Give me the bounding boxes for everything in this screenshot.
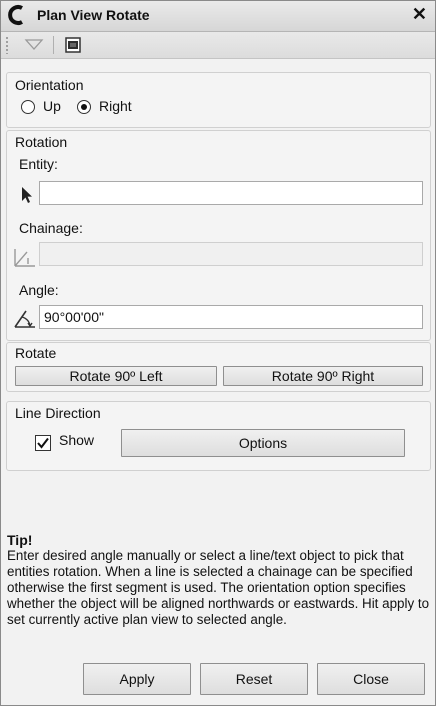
- chainage-field[interactable]: [39, 242, 423, 266]
- panel-icon[interactable]: [65, 37, 81, 53]
- rotation-group: Rotation Entity: Chainage: Angle:: [6, 130, 431, 341]
- entity-field[interactable]: [39, 181, 423, 205]
- tip-title: Tip!: [7, 532, 33, 548]
- show-checkbox[interactable]: [35, 435, 51, 451]
- rotate-group: Rotate Rotate 90º Left Rotate 90º Right: [6, 342, 431, 392]
- rotate-legend: Rotate: [15, 345, 57, 361]
- toolbar: [1, 32, 435, 59]
- tip-text: Enter desired angle manually or select a…: [7, 548, 430, 627]
- line-direction-legend: Line Direction: [15, 405, 101, 421]
- line-direction-group: Line Direction Show Options: [6, 401, 431, 471]
- radio-right[interactable]: [77, 100, 91, 114]
- show-label[interactable]: Show: [59, 432, 94, 448]
- orientation-group: Orientation Up Right: [6, 72, 431, 128]
- close-icon[interactable]: ✕: [412, 4, 427, 24]
- chainage-icon[interactable]: [13, 246, 37, 268]
- radio-up-label[interactable]: Up: [43, 98, 61, 114]
- reset-button[interactable]: Reset: [200, 663, 308, 695]
- toolbar-separator: [53, 36, 54, 54]
- title-bar[interactable]: Plan View Rotate ✕: [1, 1, 435, 32]
- apply-button[interactable]: Apply: [83, 663, 191, 695]
- options-button[interactable]: Options: [121, 429, 405, 457]
- plan-view-rotate-window: Plan View Rotate ✕ Orientation Up Right …: [0, 0, 436, 706]
- rotation-legend: Rotation: [15, 134, 68, 150]
- window-title: Plan View Rotate: [37, 7, 150, 23]
- angle-label: Angle:: [19, 282, 59, 298]
- dropdown-triangle-icon[interactable]: [23, 36, 45, 54]
- rotate-left-button[interactable]: Rotate 90º Left: [15, 366, 217, 386]
- radio-right-label[interactable]: Right: [99, 98, 132, 114]
- entity-label: Entity:: [19, 156, 58, 172]
- orientation-legend: Orientation: [15, 77, 84, 93]
- chainage-label: Chainage:: [19, 220, 83, 236]
- angle-icon[interactable]: [13, 307, 37, 329]
- angle-field[interactable]: [39, 305, 423, 329]
- close-button[interactable]: Close: [317, 663, 425, 695]
- toolbar-grip[interactable]: [5, 36, 9, 54]
- radio-up[interactable]: [21, 100, 35, 114]
- c-logo-icon: [5, 3, 27, 27]
- pointer-arrow-icon[interactable]: [19, 185, 35, 205]
- rotate-right-button[interactable]: Rotate 90º Right: [223, 366, 423, 386]
- checkmark-icon: [37, 437, 49, 449]
